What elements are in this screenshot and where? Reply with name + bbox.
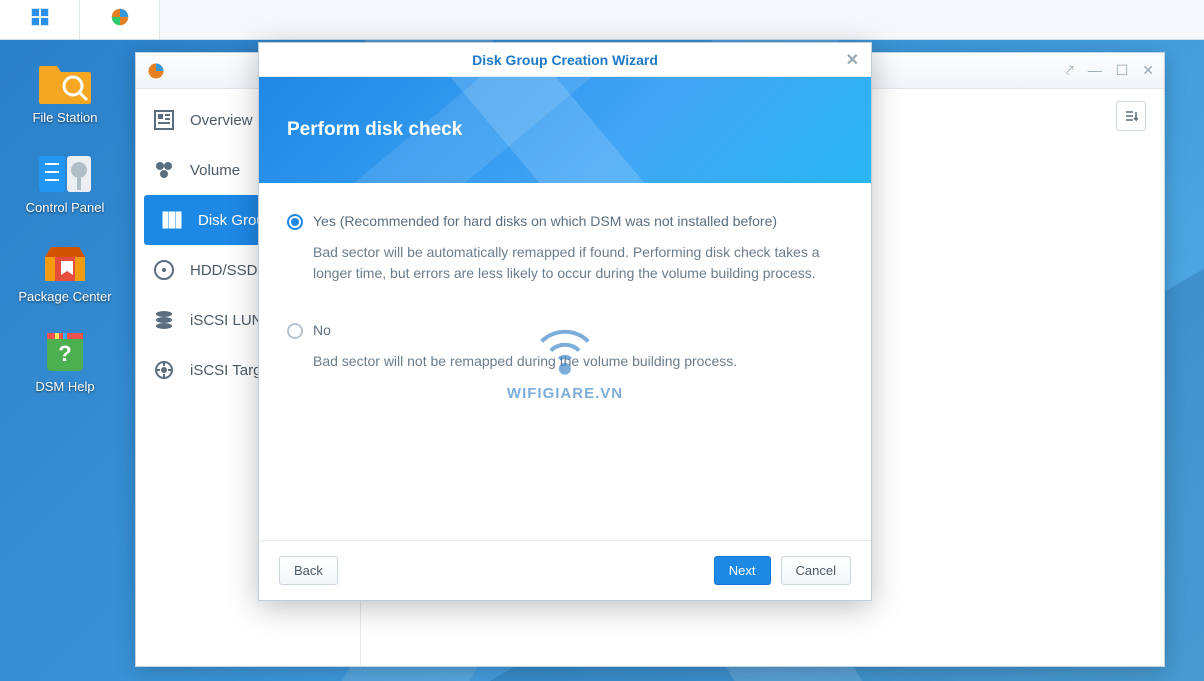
radio-unselected-icon[interactable]	[287, 323, 303, 339]
dialog-body: WIFIGIARE.VN Yes (Recommended for hard d…	[259, 183, 871, 540]
hdd-icon	[154, 260, 176, 280]
iscsi-lun-icon	[154, 310, 176, 330]
maximize-icon[interactable]: ☐	[1116, 62, 1129, 79]
taskbar-storage-button[interactable]	[80, 0, 160, 39]
sidebar-item-label: iSCSI LUN	[190, 312, 263, 329]
option-label: No	[313, 320, 331, 341]
desktop-file-station[interactable]: File Station	[0, 60, 130, 126]
minimize-icon[interactable]: —	[1088, 62, 1102, 79]
iscsi-target-icon	[154, 360, 176, 380]
desktop-label: DSM Help	[35, 379, 94, 395]
disk-group-icon	[162, 210, 184, 230]
dialog-titlebar: Disk Group Creation Wizard ✕	[259, 43, 871, 77]
desktop-label: File Station	[32, 110, 97, 126]
cancel-button[interactable]: Cancel	[781, 556, 851, 585]
option-no[interactable]: No Bad sector will not be remapped durin…	[287, 320, 843, 372]
control-panel-icon	[35, 150, 95, 198]
option-desc: Bad sector will not be remapped during t…	[313, 351, 843, 372]
pin-icon[interactable]: ⤤	[1066, 62, 1074, 79]
svg-text:?: ?	[58, 341, 71, 366]
storage-manager-icon	[146, 61, 166, 81]
dialog-footer: Back Next Cancel	[259, 540, 871, 600]
sort-icon	[1124, 109, 1138, 123]
desktop-control-panel[interactable]: Control Panel	[0, 150, 130, 216]
grid-icon	[29, 6, 51, 33]
dialog-heading: Perform disk check	[287, 119, 462, 141]
option-desc: Bad sector will be automatically remappe…	[313, 242, 843, 284]
dialog-title: Disk Group Creation Wizard	[472, 52, 658, 68]
option-yes[interactable]: Yes (Recommended for hard disks on which…	[287, 211, 843, 284]
taskbar	[0, 0, 1204, 40]
sidebar-item-label: Volume	[190, 162, 240, 179]
desktop-label: Package Center	[18, 289, 111, 305]
sidebar-item-label: HDD/SSD	[190, 262, 258, 279]
taskbar-apps-button[interactable]	[0, 0, 80, 39]
overview-icon	[154, 110, 176, 130]
package-center-icon	[35, 239, 95, 287]
desktop-icons: File Station Control Panel Package Cente…	[0, 52, 130, 418]
dialog-banner: Perform disk check	[259, 77, 871, 183]
sort-button[interactable]	[1116, 101, 1146, 131]
desktop-label: Control Panel	[26, 200, 105, 216]
desktop-package-center[interactable]: Package Center	[0, 239, 130, 305]
back-button[interactable]: Back	[279, 556, 338, 585]
volume-icon	[154, 160, 176, 180]
radio-selected-icon[interactable]	[287, 214, 303, 230]
option-label: Yes (Recommended for hard disks on which…	[313, 211, 777, 232]
close-icon[interactable]: ✕	[1142, 62, 1154, 79]
folder-icon	[35, 60, 95, 108]
disk-group-wizard-dialog: Disk Group Creation Wizard ✕ Perform dis…	[258, 42, 872, 601]
sidebar-item-label: Overview	[190, 112, 253, 129]
help-icon: ?	[35, 329, 95, 377]
storage-icon	[109, 6, 131, 33]
next-button[interactable]: Next	[714, 556, 771, 585]
close-icon[interactable]: ✕	[846, 50, 859, 70]
desktop-dsm-help[interactable]: ? DSM Help	[0, 329, 130, 395]
